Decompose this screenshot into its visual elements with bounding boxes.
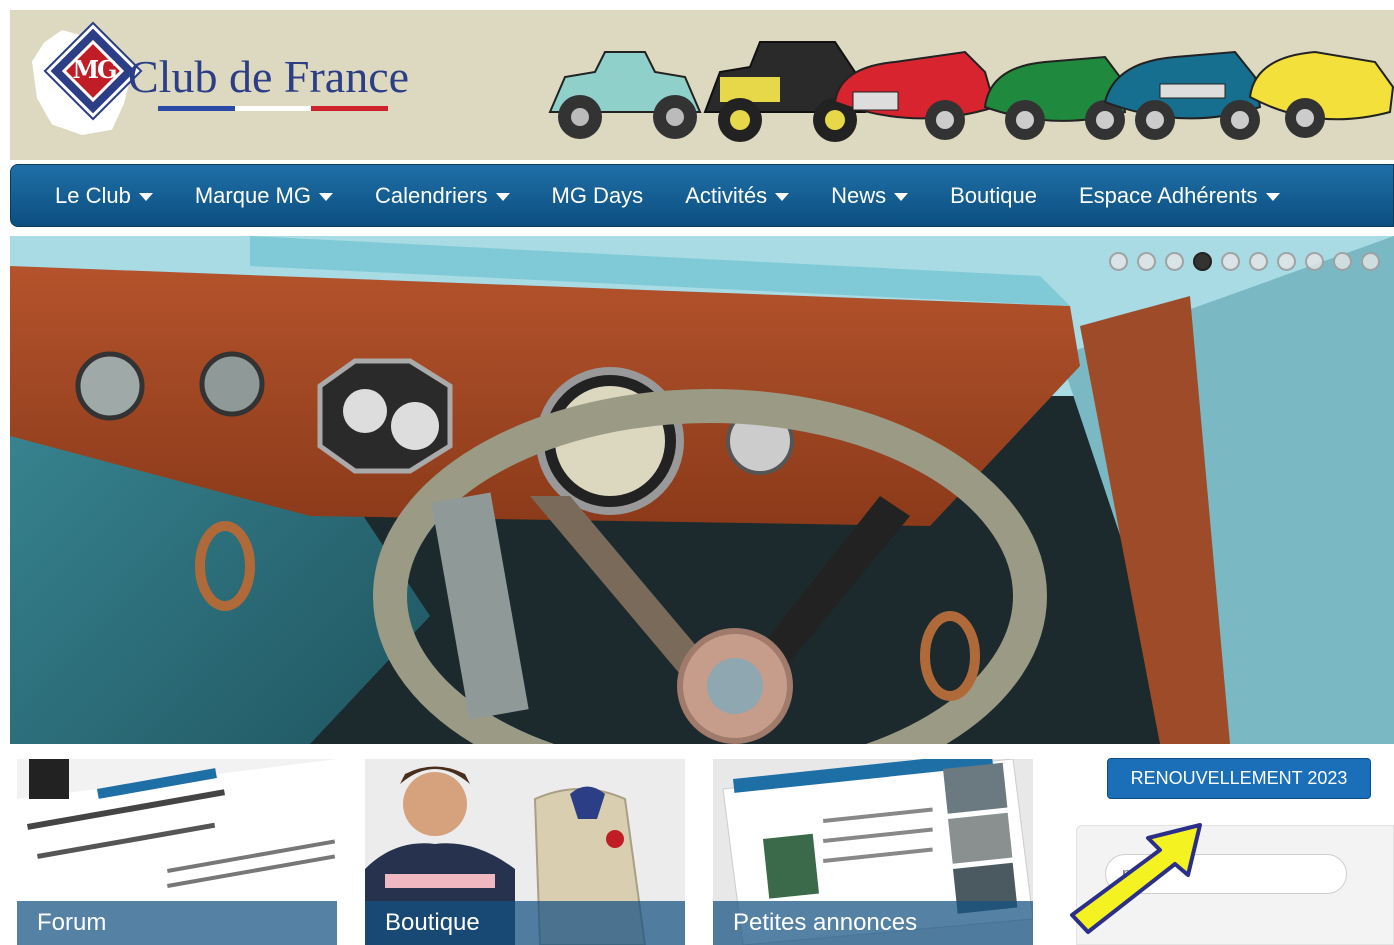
- nav-item-espace-adherents[interactable]: Espace Adhérents: [1079, 183, 1280, 209]
- slider-dot[interactable]: [1277, 252, 1296, 271]
- main-navigation: Le Club Marque MG Calendriers MG Days Ac…: [10, 164, 1394, 227]
- nav-item-label: Boutique: [950, 182, 1037, 208]
- slider-dot[interactable]: [1333, 252, 1352, 271]
- slider-dot[interactable]: [1109, 252, 1128, 271]
- nav-item-label: MG Days: [551, 182, 644, 208]
- nav-item-news[interactable]: News: [831, 182, 909, 209]
- nav-item-le-club[interactable]: Le Club: [55, 183, 153, 209]
- renewal-button[interactable]: RENOUVELLEMENT 2023: [1107, 758, 1371, 799]
- car-illustration-5: [1103, 50, 1262, 140]
- caret-down-icon: [495, 193, 510, 201]
- slider-dot[interactable]: [1305, 252, 1324, 271]
- logo-badge-text: MG: [72, 55, 117, 84]
- annotation-arrow-icon: [1070, 823, 1202, 934]
- nav-item-label: Marque MG: [194, 182, 311, 208]
- nav-item-label: Calendriers: [375, 182, 488, 208]
- tricolor-underline: [158, 106, 389, 111]
- nav-item-label: News: [831, 182, 887, 208]
- nav-item-label: Espace Adhérents: [1078, 182, 1258, 208]
- slider-dot[interactable]: [1361, 252, 1380, 271]
- caret-down-icon: [1265, 193, 1280, 201]
- slider-dot[interactable]: [1221, 252, 1240, 271]
- slider-dot[interactable]: [1193, 252, 1212, 271]
- tile-label: Petites annonces: [713, 901, 1033, 945]
- nav-item-label: Activités: [685, 182, 768, 208]
- hero-dashboard-image: [10, 236, 1394, 744]
- nav-item-label: Le Club: [55, 182, 131, 208]
- caret-down-icon: [138, 193, 153, 201]
- car-illustration-1: [548, 51, 702, 139]
- site-logo[interactable]: MG Club de France: [20, 20, 440, 150]
- car-illustration-4: [983, 55, 1127, 140]
- caret-down-icon: [775, 193, 790, 201]
- forum-tile[interactable]: Forum: [17, 759, 337, 945]
- caret-down-icon: [319, 193, 333, 201]
- page: MG Club de France Le Club Marque MG Cale…: [0, 0, 1394, 945]
- logo-title: Club de France: [128, 51, 410, 102]
- car-illustration-3: [833, 50, 997, 140]
- petites-annonces-tile[interactable]: Petites annonces: [713, 759, 1033, 945]
- car-illustration-6: [1248, 50, 1394, 138]
- boutique-tile[interactable]: Boutique: [365, 759, 685, 945]
- slider-dot[interactable]: [1165, 252, 1184, 271]
- caret-down-icon: [894, 193, 909, 201]
- nav-item-activites[interactable]: Activités: [685, 182, 790, 209]
- slider-pagination: [1109, 252, 1380, 271]
- tile-label: Forum: [17, 901, 337, 945]
- header-cars-illustration: [548, 41, 1394, 142]
- nav-item-boutique[interactable]: Boutique: [950, 183, 1037, 209]
- site-header: MG Club de France: [10, 10, 1394, 160]
- nav-item-marque-mg[interactable]: Marque MG: [195, 183, 333, 209]
- slider-dot[interactable]: [1249, 252, 1268, 271]
- hero-slider[interactable]: [10, 236, 1394, 744]
- slider-dot[interactable]: [1137, 252, 1156, 271]
- nav-item-mg-days[interactable]: MG Days: [552, 183, 644, 209]
- tile-label: Boutique: [365, 901, 685, 945]
- nav-item-calendriers[interactable]: Calendriers: [375, 183, 510, 209]
